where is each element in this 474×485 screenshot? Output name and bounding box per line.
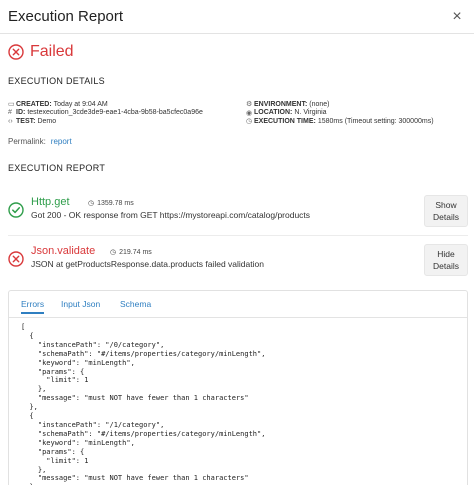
step-name: Json.validate [31, 245, 96, 257]
test-value: Demo [37, 117, 57, 125]
execution-status: Failed [8, 43, 74, 61]
tab-schema[interactable]: Schema [120, 299, 151, 309]
location-key: LOCATION: [254, 109, 293, 117]
timer-icon: ◷ [110, 249, 117, 256]
error-circle-icon [8, 44, 24, 60]
modal-header: Execution Report × [0, 0, 474, 34]
show-details-line2: Details [433, 212, 459, 222]
environment-key: ENVIRONMENT: [254, 100, 308, 108]
hide-details-line2: Details [433, 261, 459, 271]
id-value: testexecution_3cde3de9-eae1-4cba-9b58-ba… [27, 109, 203, 117]
created-key: CREATED: [16, 100, 52, 108]
step-duration: ◷ 219.74 ms [110, 248, 152, 257]
close-icon[interactable]: × [448, 8, 466, 25]
details-tabs: Errors Input Json Schema [9, 291, 467, 318]
execution-details-heading: EXECUTION DETAILS [8, 76, 105, 86]
success-check-icon [8, 202, 24, 218]
show-details-line1: Show [435, 200, 457, 210]
permalink-link[interactable]: report [51, 137, 72, 146]
permalink-label: Permalink: [8, 137, 46, 146]
modal-title: Execution Report [8, 8, 124, 25]
gear-icon: ⚙ [246, 101, 253, 109]
tab-errors[interactable]: Errors [21, 299, 45, 314]
execution-details: ▭ CREATED: Today at 9:04 AM ⚙ ENVIRONMEN… [8, 100, 468, 126]
permalink-row: Permalink: report [8, 137, 72, 146]
created-value: Today at 9:04 AM [53, 100, 108, 108]
step-message: Got 200 - OK response from GET https://m… [31, 210, 311, 220]
timer-icon: ◷ [88, 200, 95, 207]
step-message: JSON at getProductsResponse.data.product… [31, 259, 264, 269]
location-pin-icon: ◉ [246, 109, 253, 117]
step-duration-value: 219.74 ms [119, 248, 152, 256]
error-circle-icon [8, 251, 24, 267]
environment-value: (none) [309, 100, 330, 108]
errors-json-output: [ { "instancePath": "/0/category", "sche… [21, 323, 266, 485]
hide-details-button[interactable]: Hide Details [424, 244, 468, 276]
status-label: Failed [30, 43, 74, 60]
id-key: ID: [16, 109, 26, 117]
calendar-icon: ▭ [8, 101, 15, 109]
step-name: Http.get [31, 196, 70, 208]
clock-icon: ◷ [246, 118, 253, 126]
step-details-panel: Errors Input Json Schema [ { "instancePa… [8, 290, 468, 485]
show-details-button[interactable]: Show Details [424, 195, 468, 227]
code-icon: ‹› [8, 117, 13, 125]
step-row: Http.get ◷ 1359.78 ms Got 200 - OK respon… [8, 195, 468, 229]
step-divider [8, 235, 468, 236]
step-duration: ◷ 1359.78 ms [88, 199, 134, 208]
test-key: TEST: [16, 117, 36, 125]
hash-icon: # [8, 109, 12, 117]
location-value: N. Virginia [294, 109, 327, 117]
step-row: Json.validate ◷ 219.74 ms JSON at getProd… [8, 244, 468, 278]
execution-time-key: EXECUTION TIME: [254, 117, 316, 125]
execution-time-value: 1580ms (Timeout setting: 300000ms) [317, 117, 434, 125]
step-duration-value: 1359.78 ms [97, 199, 134, 207]
hide-details-line1: Hide [437, 249, 455, 259]
execution-report-heading: EXECUTION REPORT [8, 163, 106, 173]
tab-input-json[interactable]: Input Json [61, 299, 100, 309]
